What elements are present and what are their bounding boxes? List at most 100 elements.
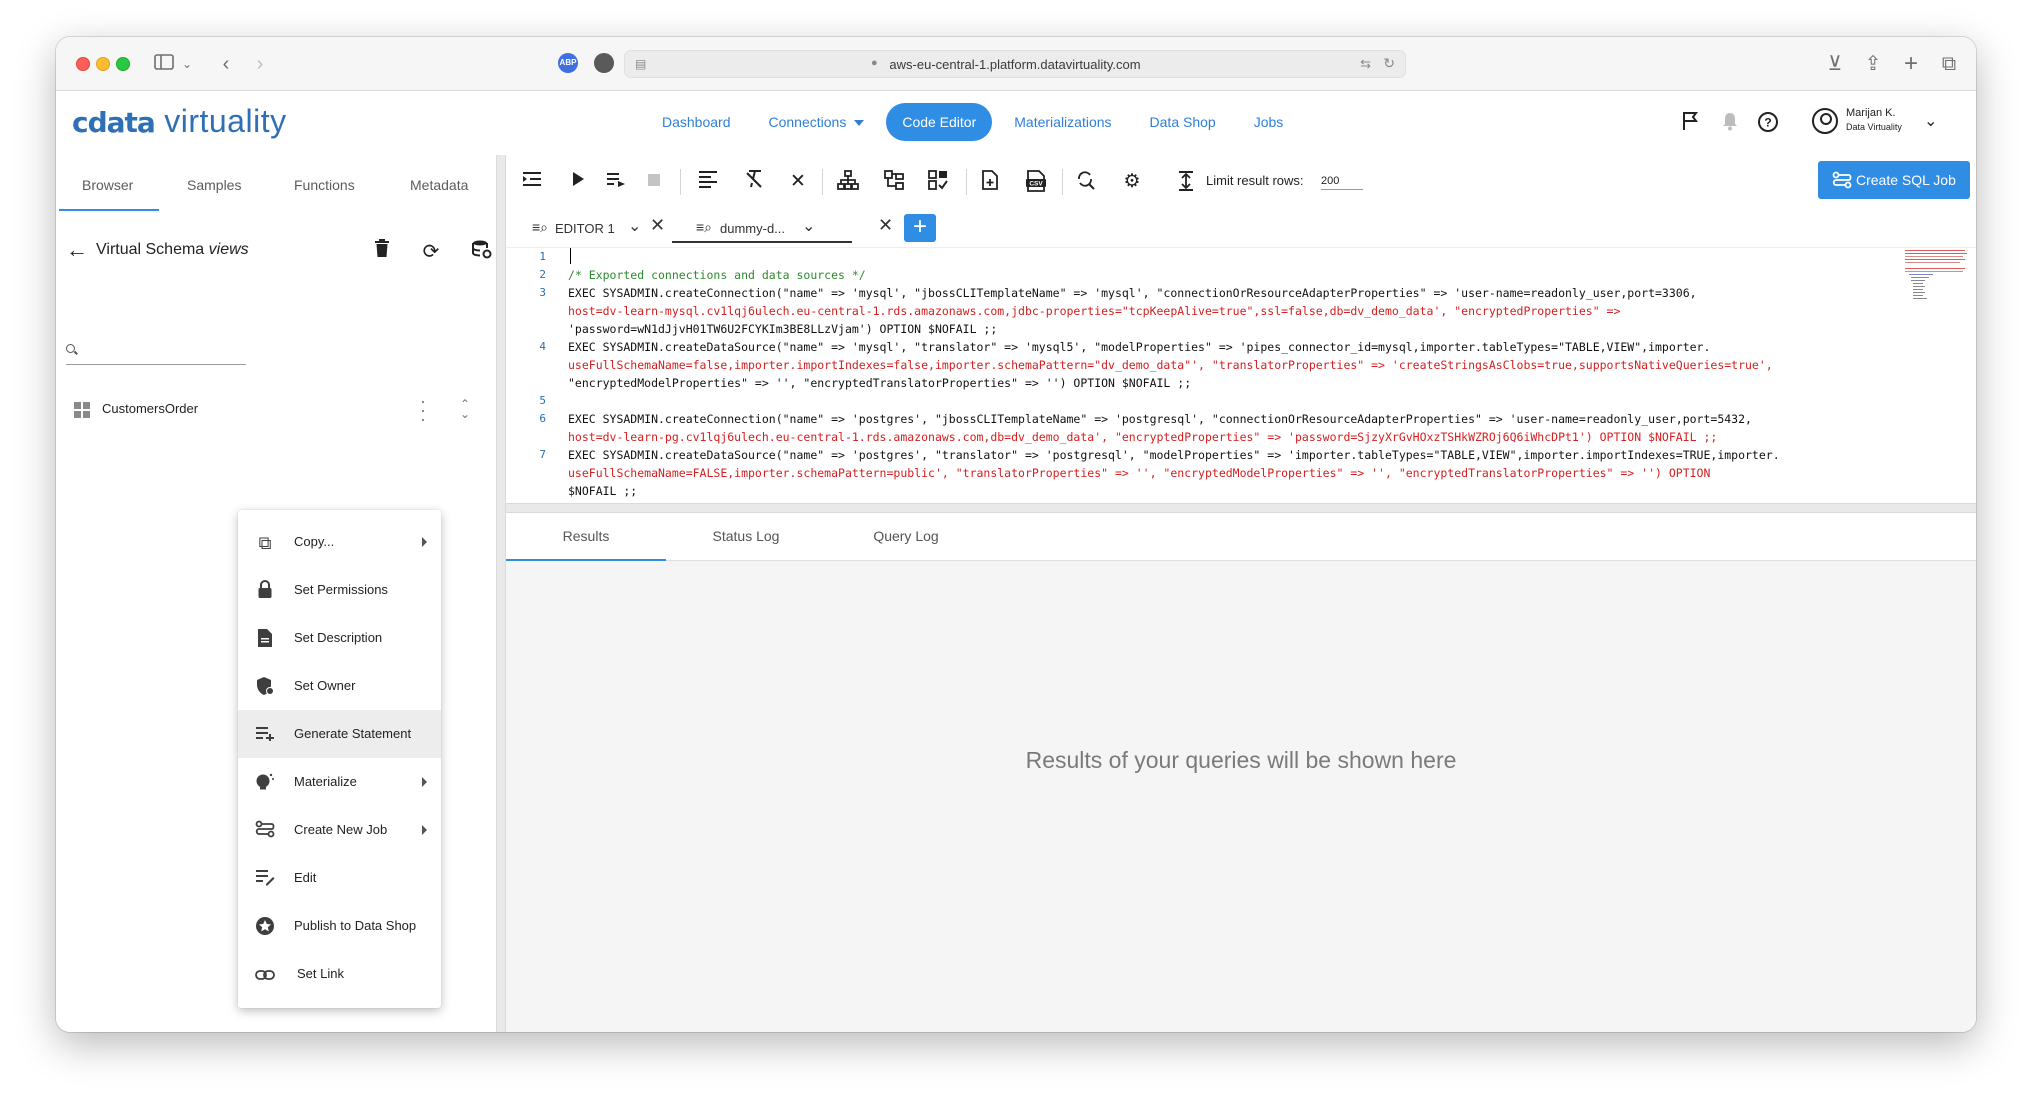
add-editor-tab-button[interactable]: + (904, 214, 936, 242)
new-tab-icon[interactable]: + (1900, 51, 1922, 77)
tab-editor-1[interactable]: ≡⌕ EDITOR 1 ⌄ ✕ (532, 213, 672, 243)
nav-connections[interactable]: Connections (753, 103, 881, 141)
submenu-arrow-icon (422, 825, 427, 835)
code-minimap[interactable] (1905, 248, 1975, 328)
schema-diagram-icon[interactable] (882, 170, 906, 194)
more-vert-icon[interactable]: · · · (418, 392, 428, 428)
close-tab-icon[interactable]: ✕ (878, 215, 893, 236)
tab-overview-icon[interactable]: ⧉ (1938, 51, 1960, 77)
tab-browser[interactable]: Browser (82, 177, 133, 193)
translate-icon[interactable]: ⇆ (1360, 56, 1371, 72)
job-icon (254, 820, 276, 842)
stop-icon[interactable] (642, 170, 666, 194)
limit-rows-icon (1174, 170, 1198, 194)
tab-dummy-d[interactable]: ≡⌕ dummy-d... ⌄ (672, 213, 852, 243)
delete-icon[interactable] (370, 239, 394, 263)
run-selection-icon[interactable] (604, 170, 628, 194)
flag-icon[interactable] (1678, 111, 1702, 135)
clear-format-icon[interactable] (742, 170, 766, 194)
menu-item-generate-statement[interactable]: Generate Statement (238, 710, 441, 758)
database-settings-icon[interactable] (470, 239, 494, 265)
menu-item-set-description[interactable]: Set Description (238, 614, 441, 662)
run-icon[interactable] (566, 170, 590, 194)
query-plan-icon[interactable] (836, 170, 860, 194)
zoom-window-button[interactable] (116, 57, 130, 71)
vertical-splitter[interactable] (496, 155, 506, 1032)
nav-data-shop[interactable]: Data Shop (1134, 103, 1232, 141)
nav-dashboard[interactable]: Dashboard (646, 103, 747, 141)
address-bar[interactable]: ▤ ● aws-eu-central-1.platform.datavirtua… (624, 50, 1406, 78)
help-icon[interactable]: ? (1756, 111, 1780, 135)
menu-item-set-link[interactable]: Set Link (238, 950, 441, 998)
chevron-down-icon[interactable]: ⌄ (180, 51, 194, 77)
chevron-down-icon[interactable]: ⌄ (802, 216, 815, 236)
nav-jobs[interactable]: Jobs (1238, 103, 1300, 141)
search-replace-icon[interactable] (1074, 170, 1098, 194)
main-nav: Dashboard Connections Code Editor Materi… (646, 103, 1305, 141)
results-tabs: Results Status Log Query Log (506, 513, 1976, 561)
search-input[interactable] (84, 339, 244, 361)
close-window-button[interactable] (76, 57, 90, 71)
menu-item-materialize[interactable]: Materialize (238, 758, 441, 806)
browser-panel: Browser Samples Functions Metadata ← Vir… (56, 155, 496, 1032)
tab-query-log[interactable]: Query Log (826, 513, 986, 561)
privacy-extension-icon[interactable] (594, 53, 614, 73)
export-csv-icon[interactable]: CSV (1024, 170, 1048, 194)
format-sql-icon[interactable] (696, 170, 720, 194)
bell-icon[interactable] (1718, 111, 1742, 135)
minimize-window-button[interactable] (96, 57, 110, 71)
nav-code-editor[interactable]: Code Editor (886, 103, 993, 141)
refresh-icon[interactable]: ⟳ (419, 239, 443, 264)
tab-functions[interactable]: Functions (294, 177, 355, 193)
lock-icon (254, 579, 276, 602)
nav-materializations[interactable]: Materializations (998, 103, 1127, 141)
limit-result-rows-input[interactable] (1321, 172, 1363, 190)
tab-metadata[interactable]: Metadata (410, 177, 468, 193)
chevron-down-icon: ⌄ (1924, 113, 1938, 130)
menu-item-set-permissions[interactable]: Set Permissions (238, 566, 441, 614)
code-line: "encryptedModelProperties" => '', "encry… (568, 376, 1192, 390)
clear-editor-icon[interactable]: ✕ (786, 170, 810, 194)
tree-item-label: CustomersOrder (102, 401, 199, 416)
download-icon[interactable]: ⊻ (1824, 51, 1846, 77)
sidebar-toggle-icon[interactable] (152, 51, 176, 77)
tab-results[interactable]: Results (506, 513, 666, 561)
user-name: Marijan K. (1846, 107, 1896, 119)
search-icon (66, 344, 75, 353)
menu-item-copy[interactable]: ⧉ Copy... (238, 518, 441, 566)
create-sql-job-label: Create SQL Job (1856, 172, 1956, 188)
menu-item-create-new-job[interactable]: Create New Job (238, 806, 441, 854)
back-arrow-icon[interactable]: ← (66, 237, 88, 263)
create-sql-job-button[interactable]: Create SQL Job (1818, 161, 1970, 199)
menu-item-edit[interactable]: Edit (238, 854, 441, 902)
user-menu[interactable]: Marijan K. Data Virtuality ⌄ (1812, 105, 1942, 139)
adblock-extension-icon[interactable]: ABP (558, 53, 578, 73)
expand-collapse-icon[interactable]: ⌃ ⌄ (460, 398, 470, 420)
tab-status-log[interactable]: Status Log (666, 513, 826, 561)
reload-icon[interactable]: ↻ (1383, 55, 1395, 72)
view-grid-icon (74, 402, 90, 418)
forward-nav-icon[interactable]: › (250, 51, 270, 77)
menu-item-set-owner[interactable]: Set Owner (238, 662, 441, 710)
close-tab-icon[interactable]: ✕ (650, 215, 665, 236)
back-nav-icon[interactable]: ‹ (216, 51, 236, 77)
new-file-icon[interactable] (978, 170, 1002, 194)
gear-icon[interactable]: ⚙ (1120, 170, 1144, 194)
schema-name: views (208, 241, 249, 258)
toggle-browser-icon[interactable] (520, 170, 544, 194)
horizontal-splitter[interactable] (506, 503, 1976, 513)
tab-samples[interactable]: Samples (187, 177, 241, 193)
avatar-icon (1812, 108, 1838, 134)
cdata-virtuality-logo[interactable]: cdata virtuality (72, 103, 287, 140)
generate-statement-icon (254, 724, 276, 746)
chevron-down-icon[interactable]: ⌄ (628, 216, 641, 236)
tree-item[interactable]: CustomersOrder · · · ⌃ ⌄ (74, 392, 484, 428)
dependencies-icon[interactable] (926, 170, 950, 194)
sql-code-editor[interactable]: 1 2 3 4 5 6 7 /* Exported connections an… (506, 247, 1976, 503)
menu-item-publish-to-data-shop[interactable]: Publish to Data Shop (238, 902, 441, 950)
materialize-icon (254, 772, 276, 794)
browser-window: ⌄ ‹ › ABP ▤ ● aws-eu-central-1.platform.… (56, 37, 1976, 1032)
share-icon[interactable]: ⇪ (1862, 51, 1884, 77)
code-line: host=dv-learn-pg.cv1lqj6ulech.eu-central… (568, 430, 1718, 444)
line-number: 3 (539, 286, 546, 299)
